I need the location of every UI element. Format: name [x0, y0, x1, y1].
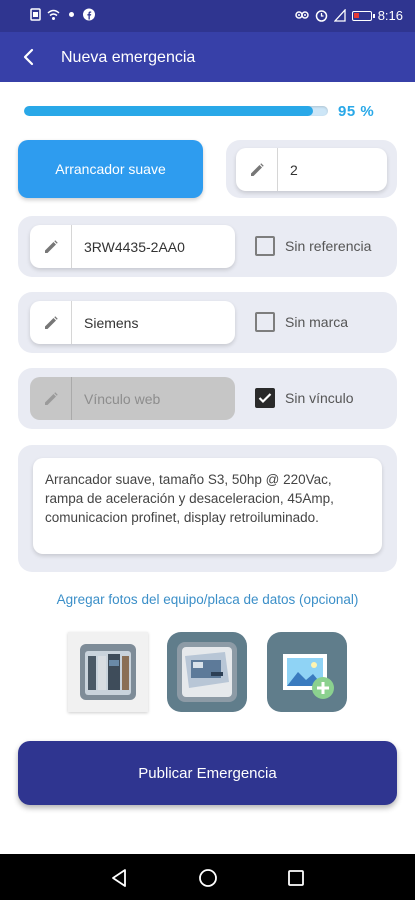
dot-icon	[69, 12, 74, 17]
circle-home-icon	[199, 869, 217, 887]
web-link-placeholder: Vínculo web	[84, 390, 161, 407]
system-nav-bar	[0, 854, 415, 900]
add-image-icon	[283, 654, 334, 699]
nav-home-button[interactable]	[196, 866, 220, 890]
status-bar: 8:16	[0, 0, 415, 32]
quantity-value: 2	[290, 161, 298, 178]
no-reference-checkbox[interactable]: Sin referencia	[255, 236, 371, 256]
no-brand-label: Sin marca	[285, 314, 349, 330]
publish-emergency-button[interactable]: Publicar Emergencia	[18, 741, 397, 805]
pencil-icon	[30, 225, 72, 268]
progress-fill	[24, 106, 313, 116]
signal-icon	[333, 9, 346, 22]
equipment-type-button[interactable]: Arrancador suave	[18, 140, 203, 198]
photo-thumbnail[interactable]	[68, 632, 148, 712]
equipment-photo-icon	[80, 644, 136, 700]
no-reference-label: Sin referencia	[285, 238, 372, 254]
nav-back-button[interactable]	[107, 866, 131, 890]
pencil-icon	[236, 148, 278, 191]
wifi-icon	[47, 9, 60, 20]
add-photo-button[interactable]	[267, 632, 347, 712]
checkbox-box	[255, 236, 275, 256]
battery-icon	[351, 10, 375, 21]
no-brand-checkbox[interactable]: Sin marca	[255, 312, 348, 332]
pencil-icon	[30, 301, 72, 344]
status-icons-left	[30, 8, 95, 21]
no-link-checkbox[interactable]: Sin vínculo	[255, 388, 353, 408]
reference-value: 3RW4435-2AA0	[84, 238, 185, 255]
alarm-icon	[315, 10, 327, 22]
owl-icon	[294, 11, 309, 19]
app-bar: Nueva emergencia	[0, 32, 415, 82]
checkbox-box	[255, 312, 275, 332]
back-button[interactable]	[14, 42, 44, 72]
brand-value: Siemens	[84, 314, 139, 331]
progress-label: 95 %	[338, 103, 375, 120]
no-link-label: Sin vínculo	[285, 390, 354, 406]
chevron-left-icon	[23, 48, 34, 66]
sim-icon	[30, 8, 41, 21]
status-time: 8:16	[377, 8, 403, 23]
check-icon	[258, 393, 272, 404]
triangle-back-icon	[112, 869, 126, 887]
square-recents-icon	[288, 870, 304, 886]
equipment-photo-icon	[177, 642, 237, 702]
description-textarea[interactable]: Arrancador suave, tamaño S3, 50hp @ 220V…	[33, 458, 382, 554]
quantity-field[interactable]: 2	[236, 148, 387, 191]
pencil-icon	[30, 377, 72, 420]
page-title: Nueva emergencia	[61, 49, 196, 66]
photo-thumbnail[interactable]	[167, 632, 247, 712]
facebook-icon	[83, 8, 95, 21]
checkbox-box	[255, 388, 275, 408]
brand-field[interactable]: Siemens	[30, 301, 235, 344]
web-link-field[interactable]: Vínculo web	[30, 377, 235, 420]
add-photos-link[interactable]: Agregar fotos del equipo/placa de datos …	[0, 592, 415, 607]
reference-field[interactable]: 3RW4435-2AA0	[30, 225, 235, 268]
nav-recents-button[interactable]	[284, 866, 308, 890]
status-icons-right: 8:16	[294, 8, 403, 23]
progress-bar	[24, 106, 328, 116]
